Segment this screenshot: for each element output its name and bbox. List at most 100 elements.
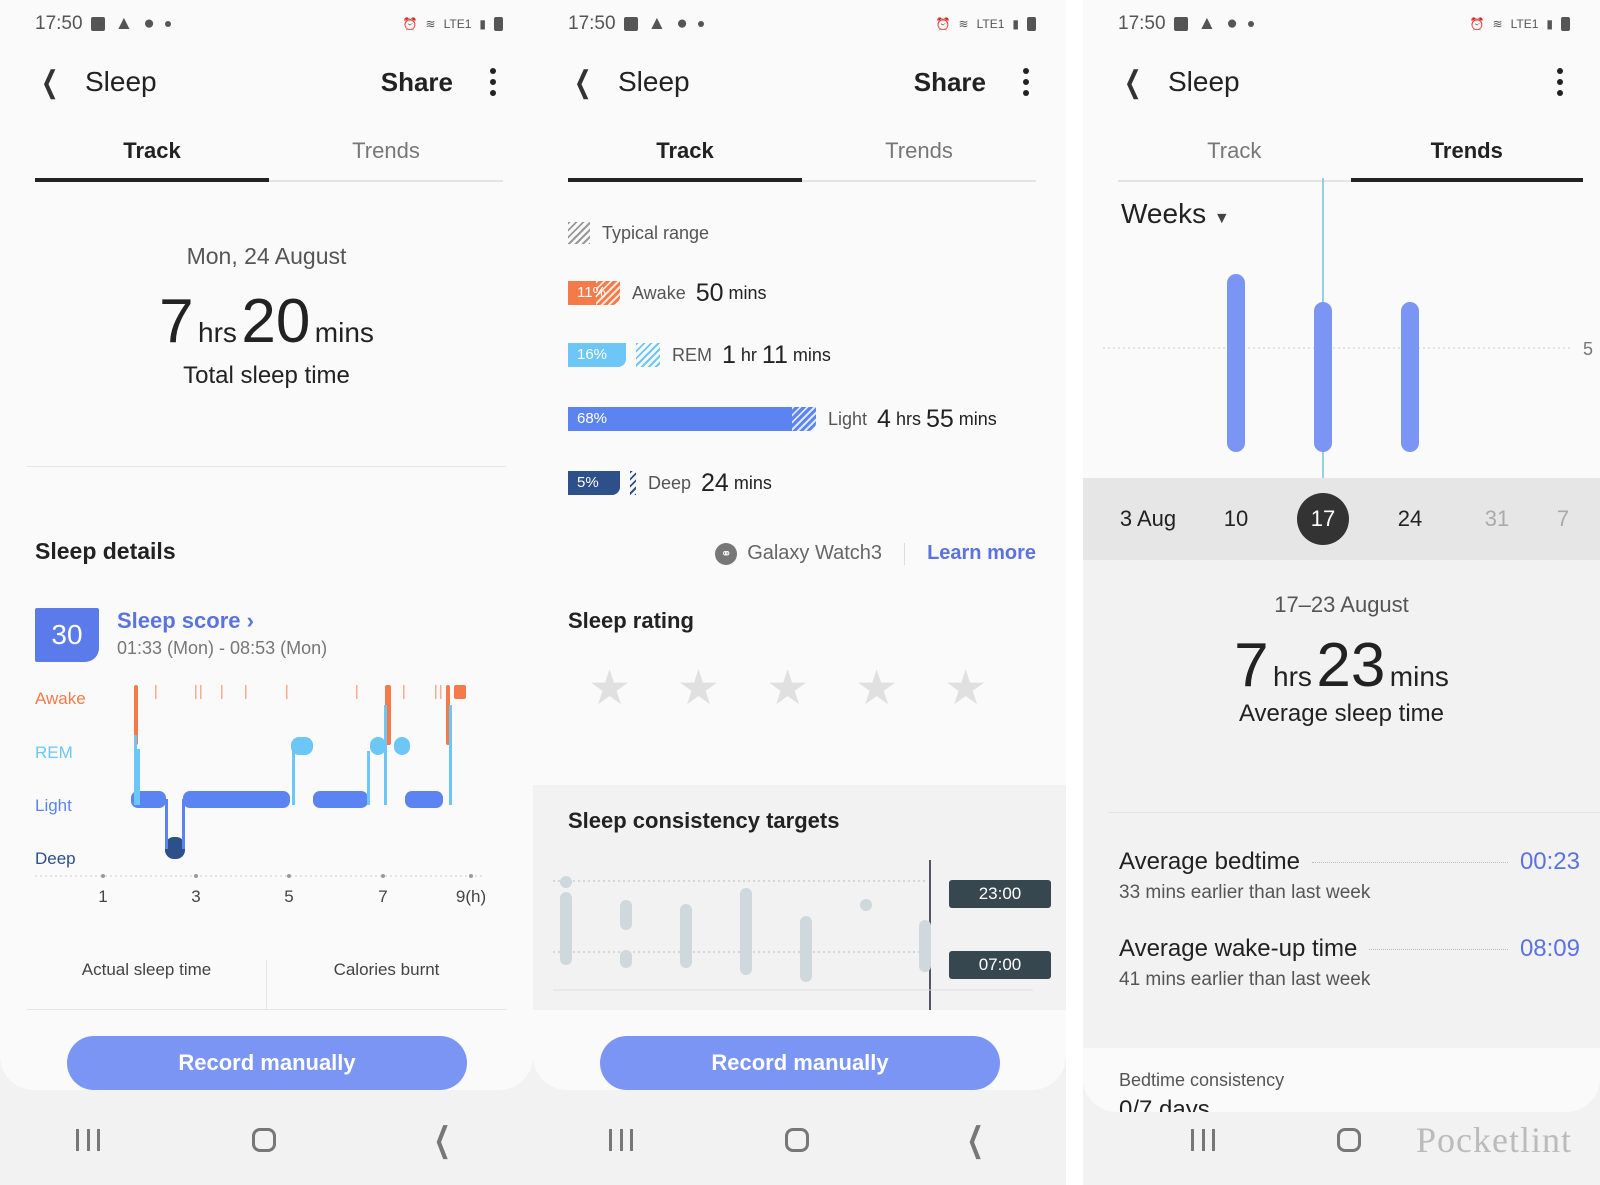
lte-icon: LTE1 — [976, 17, 1005, 31]
back-icon[interactable]: ❮ — [574, 65, 602, 100]
nav-bar: ❮ — [533, 1095, 1066, 1185]
app-bar: ❮ Sleep — [1118, 58, 1570, 106]
x-tick-label: 9(h) — [456, 887, 486, 906]
star-icon[interactable]: ★ — [855, 660, 898, 716]
nav-back-icon[interactable]: ❮ — [434, 1120, 451, 1160]
stage-name: REM — [672, 344, 712, 365]
status-time: 17:50 — [35, 13, 83, 34]
record-manually-button[interactable]: Record manually — [67, 1036, 467, 1090]
app-bar: ❮ Sleep Share — [35, 58, 503, 106]
x-tick-label: 1 — [98, 887, 107, 906]
average-delta: 41 mins earlier than last week — [1119, 969, 1371, 990]
wifi-icon: ≋ — [958, 17, 969, 31]
app-title: Sleep — [85, 66, 157, 97]
app-title: Sleep — [618, 66, 690, 97]
week-label[interactable]: 3 Aug — [1113, 506, 1183, 532]
recent-apps-icon[interactable] — [1191, 1129, 1215, 1151]
awake-tick — [435, 685, 437, 699]
back-icon[interactable]: ❮ — [41, 65, 69, 100]
nav-bar: ❮ — [0, 1095, 533, 1185]
gallery-icon — [90, 17, 105, 31]
nav-back-icon[interactable]: ❮ — [967, 1120, 984, 1160]
average-sleep-value: 7 hrs 23 mins — [1234, 631, 1449, 700]
tab-trends[interactable]: Trends — [1350, 130, 1584, 182]
stat-calories: Calories burnt — [333, 960, 440, 979]
transition — [134, 735, 137, 805]
week-label[interactable]: 31 — [1462, 506, 1532, 532]
battery-icon — [1027, 17, 1036, 31]
awake-segment — [454, 685, 466, 699]
stage-duration: mins — [958, 408, 997, 429]
tab-track[interactable]: Track — [568, 130, 802, 182]
average-row: Average wake-up time 08:09 41 mins earlier… — [1119, 935, 1580, 991]
transition — [182, 799, 185, 849]
sleep-stages-chart: Awake REM Light Deep 1 3 5 7 9(h) — [35, 685, 486, 906]
tab-trends[interactable]: Trends — [802, 130, 1036, 180]
dot-icon — [1247, 21, 1254, 27]
tick-dot — [101, 874, 105, 878]
tab-trends[interactable]: Trends — [269, 130, 503, 180]
dot-icon — [697, 21, 704, 27]
home-icon[interactable] — [785, 1128, 810, 1152]
share-button[interactable]: Share — [381, 67, 453, 98]
chevron-right-icon: › — [246, 608, 254, 633]
rem-segment — [394, 737, 410, 755]
recent-apps-icon[interactable] — [76, 1129, 101, 1151]
awake-tick — [155, 685, 157, 699]
navigation-icon: ▲ — [647, 13, 667, 34]
navigation-icon: ▲ — [114, 13, 134, 34]
transition — [292, 751, 295, 805]
learn-more-link[interactable]: Learn more — [927, 542, 1036, 565]
stage-duration: 1 — [722, 340, 736, 369]
week-label[interactable]: 17 — [1297, 493, 1349, 545]
more-options-icon[interactable] — [483, 68, 503, 96]
awake-tick — [245, 685, 247, 699]
week-label[interactable]: 24 — [1375, 506, 1445, 532]
tick-dot — [381, 874, 385, 878]
more-options-icon[interactable] — [1550, 68, 1570, 96]
transition — [384, 705, 387, 805]
star-icon[interactable]: ★ — [944, 660, 987, 716]
bedtime-target-label: 23:00 — [949, 880, 1051, 908]
lte-icon: LTE1 — [443, 17, 472, 31]
navigation-icon: ▲ — [1197, 13, 1217, 34]
summary-caption: Total sleep time — [183, 362, 350, 389]
stage-row-light: 68% Light 4 hrs 55 mins — [568, 405, 1002, 433]
share-button[interactable]: Share — [914, 67, 986, 98]
home-icon[interactable] — [1337, 1128, 1361, 1152]
stage-bar: 5% — [568, 471, 620, 495]
summary-date: Mon, 24 August — [186, 243, 347, 269]
stage-duration: hrs — [895, 408, 921, 429]
week-label[interactable]: 7 — [1528, 506, 1598, 532]
stat-actual-sleep: Actual sleep time — [27, 960, 267, 1009]
weekly-bar — [1401, 302, 1419, 452]
star-icon[interactable]: ★ — [766, 660, 809, 716]
sleep-span-bar — [560, 876, 572, 888]
tab-track[interactable]: Track — [1118, 130, 1351, 180]
leader-dots — [1312, 861, 1508, 863]
sleep-score-link[interactable]: Sleep score › — [117, 608, 254, 634]
app-title: Sleep — [1168, 66, 1240, 97]
transition — [165, 799, 168, 849]
more-options-icon[interactable] — [1016, 68, 1036, 96]
leader-dots — [1369, 948, 1508, 950]
home-icon[interactable] — [252, 1128, 277, 1152]
week-label[interactable]: 7 — [1083, 506, 1103, 532]
wake-target-label: 07:00 — [949, 951, 1051, 979]
star-rating: ★ ★ ★ ★ ★ — [588, 660, 987, 716]
awake-tick — [200, 685, 202, 699]
week-label[interactable]: 10 — [1201, 506, 1271, 532]
back-icon[interactable]: ❮ — [1124, 65, 1152, 100]
star-icon[interactable]: ★ — [588, 660, 631, 716]
sleep-span-bar — [919, 920, 931, 972]
week-range: 17–23 August — [1274, 592, 1409, 617]
stage-label-light: Light — [35, 796, 72, 815]
sleep-score-badge: 30 — [35, 608, 99, 662]
tab-track[interactable]: Track — [35, 130, 269, 182]
star-icon[interactable]: ★ — [677, 660, 720, 716]
alarm-icon: ⏰ — [402, 17, 418, 31]
recent-apps-icon[interactable] — [609, 1129, 634, 1151]
record-manually-button[interactable]: Record manually — [600, 1036, 1000, 1090]
tab-bar: Track Trends — [1118, 130, 1583, 182]
typical-range-hatch — [630, 471, 636, 495]
